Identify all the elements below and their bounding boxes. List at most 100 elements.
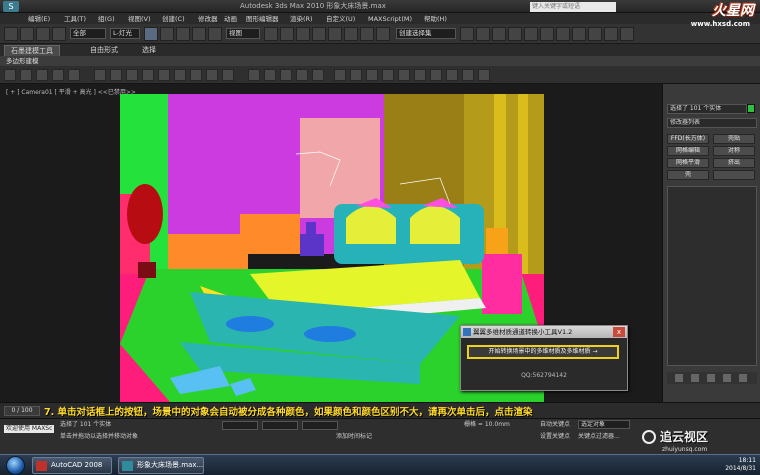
align-icon[interactable] [376,27,390,41]
bend-modifier-icon[interactable] [334,69,346,81]
plane-icon[interactable] [190,69,202,81]
key-mode-dropdown[interactable]: 选定对象 [578,420,630,429]
render-frame-icon[interactable] [462,69,474,81]
taskbar-3dsmax[interactable]: 形象大床场景.max... [118,457,204,474]
undo-icon[interactable] [4,27,18,41]
menu-customize[interactable]: 自定义(U) [326,14,355,24]
twist-modifier-icon[interactable] [350,69,362,81]
material-editor-icon[interactable] [524,27,538,41]
cone-icon[interactable] [174,69,186,81]
scale-icon[interactable] [208,27,222,41]
start-button[interactable] [6,456,25,475]
graphite-toggle-icon[interactable] [476,27,490,41]
modifier-ffd-box-button[interactable]: FFD(长方体) [667,134,709,144]
schematic-view-icon[interactable] [508,27,522,41]
polygon-modeling-label[interactable]: 多边形建模 [6,56,39,66]
z-coord-field[interactable] [302,421,338,430]
add-time-tag[interactable]: 添加时间标记 [336,433,372,441]
activeshade-icon[interactable] [620,27,634,41]
select-object-icon[interactable] [144,27,158,41]
system-clock[interactable]: 18:11 2014/8/31 [725,457,756,473]
selection-filter-dropdown[interactable]: 全部 [70,28,106,39]
menu-rendering[interactable]: 渲染(R) [290,14,313,24]
modifier-symmetry-button[interactable]: 对称 [713,146,755,156]
configure-modifier-sets-icon[interactable] [739,374,747,382]
percent-snap-icon[interactable] [312,27,326,41]
key-filters-button[interactable]: 关键点过滤器... [578,433,620,441]
axis-constraint-icon[interactable] [4,69,16,81]
link-icon[interactable] [36,27,50,41]
menu-create[interactable]: 创建(C) [162,14,185,24]
light-icon[interactable] [248,69,260,81]
modifier-meshsmooth-button[interactable]: 网格平滑 [667,158,709,168]
modifier-extrude-button[interactable]: 挤出 [713,158,755,168]
layer-manager-icon[interactable] [460,27,474,41]
teapot-icon[interactable] [158,69,170,81]
pyramid-icon[interactable] [222,69,234,81]
search-input[interactable]: 键入关键字或短语 [530,2,616,12]
turbosmooth-icon[interactable] [430,69,442,81]
torus-icon[interactable] [142,69,154,81]
menu-tools[interactable]: 工具(T) [64,14,86,24]
menu-help[interactable]: 帮助(H) [424,14,447,24]
reference-coord-dropdown[interactable]: 视图 [226,28,260,39]
y-constraint-icon[interactable] [36,69,48,81]
select-by-name-icon[interactable] [160,27,174,41]
set-key-label[interactable]: 设置关键点 [540,433,570,441]
auto-key-label[interactable]: 自动关键点 [540,421,570,429]
show-end-result-icon[interactable] [691,374,699,382]
rotate-icon[interactable] [192,27,206,41]
modifier-edit-mesh-button[interactable]: 网格编辑 [667,146,709,156]
tab-graphite-modeling[interactable]: 石墨建模工具 [4,45,60,56]
modifier-stack[interactable] [667,186,757,366]
object-color-swatch[interactable] [747,104,755,113]
menu-maxscript[interactable]: MAXScript(M) [368,14,412,24]
noise-modifier-icon[interactable] [382,69,394,81]
menu-edit[interactable]: 编辑(E) [28,14,50,24]
quick-render-icon[interactable] [478,69,490,81]
modifier-list-dropdown[interactable]: 修改器列表 [667,118,757,128]
tube-icon[interactable] [206,69,218,81]
systems-icon[interactable] [312,69,324,81]
y-coord-field[interactable] [262,421,298,430]
modifier-shell-map-button[interactable]: 壳贴 [713,134,755,144]
taskbar-autocad[interactable]: AutoCAD 2008 [32,457,112,474]
shell-icon[interactable] [446,69,458,81]
start-convert-button[interactable]: 开始转换场景中的多维材质及多维材质 → [467,345,619,359]
uvw-map-icon[interactable] [414,69,426,81]
menu-views[interactable]: 视图(V) [128,14,151,24]
move-icon[interactable] [176,27,190,41]
curve-editor-icon[interactable] [492,27,506,41]
render-production-icon[interactable] [572,27,586,41]
spinner-snap-icon[interactable] [328,27,342,41]
angle-snap-icon[interactable] [296,27,310,41]
viewport-label[interactable]: [ + ] Camera01 [ 平滑 + 高光 ] <<已禁用>> [6,87,136,96]
close-button[interactable]: x [613,327,625,337]
named-selection-set-dropdown[interactable]: 创建选择集 [396,28,456,39]
z-constraint-icon[interactable] [52,69,64,81]
remove-modifier-icon[interactable] [723,374,731,382]
box-icon[interactable] [94,69,106,81]
camera-icon[interactable] [264,69,276,81]
taper-modifier-icon[interactable] [366,69,378,81]
spacewarp-icon[interactable] [296,69,308,81]
object-name-field[interactable]: 选择了 101 个实体 [667,104,747,114]
light-dropdown[interactable]: L-灯光 [110,28,140,39]
time-slider[interactable]: 0 / 100 [4,406,40,416]
helper-icon[interactable] [280,69,292,81]
unlink-icon[interactable] [52,27,66,41]
snap-toggle-icon[interactable] [280,27,294,41]
menu-animation[interactable]: 动画 [224,14,237,24]
tab-selection[interactable]: 选择 [136,45,162,56]
menu-graph-editors[interactable]: 图形编辑器 [246,14,279,24]
maxscript-listener[interactable]: 欢迎使用 MAXSc [4,425,55,433]
x-constraint-icon[interactable] [20,69,32,81]
edit-named-selection-icon[interactable] [344,27,358,41]
sphere-icon[interactable] [110,69,122,81]
tab-freeform[interactable]: 自由形式 [84,45,124,56]
xy-constraint-icon[interactable] [68,69,80,81]
x-coord-field[interactable] [222,421,258,430]
ffd-modifier-icon[interactable] [398,69,410,81]
render-iterative-icon[interactable] [604,27,618,41]
pin-stack-icon[interactable] [675,374,683,382]
